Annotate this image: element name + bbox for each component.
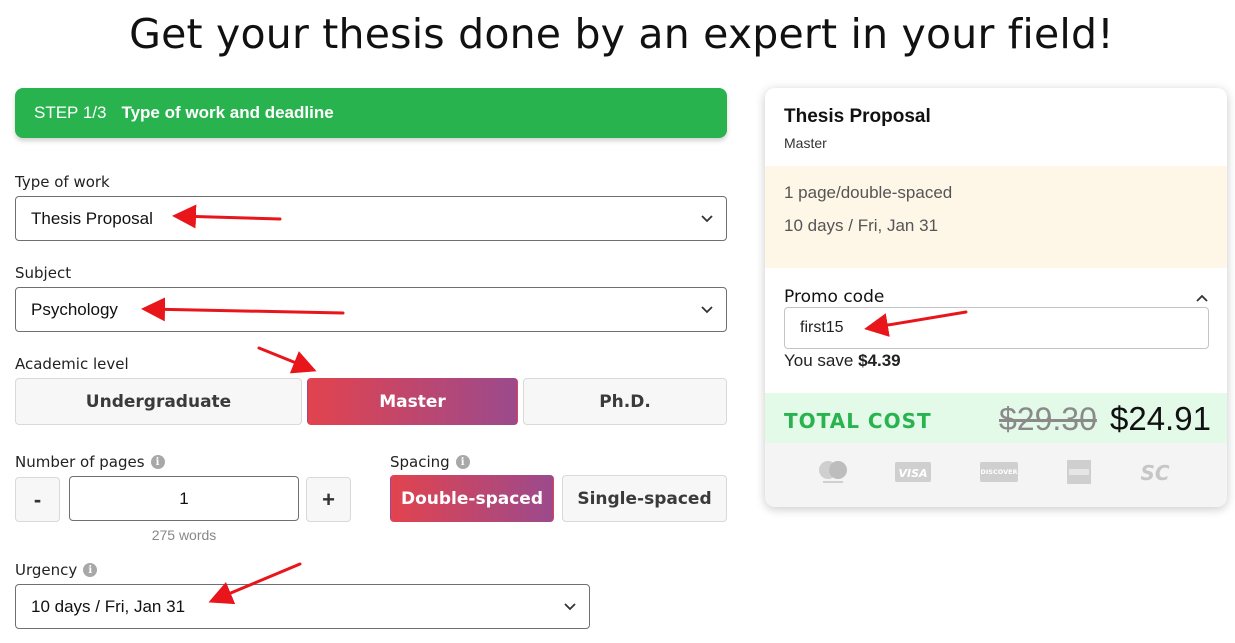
amex-icon: [1067, 460, 1091, 484]
promo-code-input[interactable]: first15: [784, 307, 1209, 349]
pages-input[interactable]: 1: [69, 476, 299, 521]
old-price: $29.30: [999, 401, 1097, 437]
chevron-up-icon[interactable]: [1195, 291, 1209, 305]
payment-methods: VISA DISCOVER SC: [765, 443, 1227, 507]
pages-label: Number of pages i: [15, 453, 165, 471]
level-phd-button[interactable]: Ph.D.: [523, 378, 727, 425]
urgency-label-text: Urgency: [15, 561, 78, 579]
urgency-value: 10 days / Fri, Jan 31: [31, 596, 186, 616]
type-of-work-label-text: Type of work: [15, 173, 110, 191]
summary-pages: 1 page/double-spaced: [784, 183, 953, 202]
level-master-button[interactable]: Master: [307, 378, 518, 425]
order-summary-card: Thesis Proposal Master 1 page/double-spa…: [765, 88, 1227, 507]
discover-icon: DISCOVER: [980, 462, 1018, 482]
pages-increment-button[interactable]: +: [306, 477, 351, 522]
pages-label-text: Number of pages: [15, 453, 145, 471]
academic-level-label: Academic level: [15, 355, 129, 373]
summary-title: Thesis Proposal: [784, 106, 931, 127]
promo-code-label: Promo code: [784, 287, 885, 307]
savings-prefix: You save: [784, 351, 854, 370]
sc-icon: SC: [1140, 461, 1169, 485]
subject-select[interactable]: Psychology: [15, 287, 727, 332]
step-number: STEP 1/3: [34, 103, 107, 122]
summary-deadline: 10 days / Fri, Jan 31: [784, 216, 939, 235]
double-spaced-button[interactable]: Double-spaced: [390, 475, 554, 522]
info-icon[interactable]: i: [455, 455, 470, 469]
subject-label-text: Subject: [15, 264, 72, 282]
words-count: 275 words: [151, 527, 217, 543]
type-of-work-select[interactable]: Thesis Proposal: [15, 196, 727, 241]
svg-text:SC: SC: [1140, 461, 1169, 485]
summary-level: Master: [784, 135, 827, 151]
academic-level-label-text: Academic level: [15, 355, 129, 373]
chevron-down-icon: [701, 215, 713, 223]
visa-icon: VISA: [895, 462, 931, 482]
svg-text:VISA: VISA: [898, 467, 927, 480]
spacing-label-text: Spacing: [390, 453, 450, 471]
urgency-select[interactable]: 10 days / Fri, Jan 31: [15, 584, 590, 629]
info-icon[interactable]: i: [83, 563, 98, 577]
total-cost-label: TOTAL COST: [784, 409, 932, 433]
savings-text: You save $4.39: [784, 351, 901, 371]
summary-details: 1 page/double-spaced 10 days / Fri, Jan …: [765, 166, 1227, 268]
step-header: STEP 1/3 Type of work and deadline: [15, 88, 727, 138]
single-spaced-button[interactable]: Single-spaced: [562, 475, 727, 522]
chevron-down-icon: [564, 603, 576, 611]
pages-decrement-button[interactable]: -: [15, 477, 60, 522]
arrow-to-master: [257, 346, 317, 374]
info-icon[interactable]: i: [150, 455, 165, 469]
savings-amount: $4.39: [858, 351, 901, 370]
svg-text:DISCOVER: DISCOVER: [980, 468, 1017, 476]
total-cost-bar: TOTAL COST $29.30 $24.91: [765, 393, 1227, 443]
step-title: Type of work and deadline: [121, 103, 334, 122]
mastercard-icon: [819, 461, 847, 483]
type-of-work-value: Thesis Proposal: [31, 208, 153, 228]
spacing-label: Spacing i: [390, 453, 470, 471]
new-price: $24.91: [1110, 400, 1211, 437]
type-of-work-label: Type of work: [15, 173, 110, 191]
chevron-down-icon: [701, 306, 713, 314]
page-headline: Get your thesis done by an expert in you…: [129, 10, 1114, 58]
urgency-label: Urgency i: [15, 561, 98, 579]
subject-value: Psychology: [31, 299, 118, 319]
subject-label: Subject: [15, 264, 71, 282]
level-undergraduate-button[interactable]: Undergraduate: [15, 378, 302, 425]
